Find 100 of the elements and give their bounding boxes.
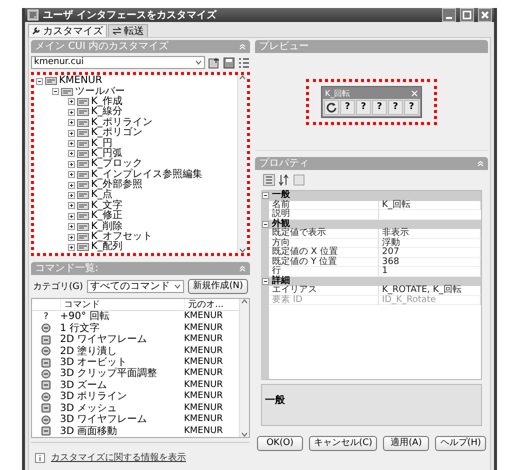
tree-item[interactable]: K_文字	[91, 200, 123, 211]
command-name[interactable]: 3D メッシュ	[60, 402, 184, 414]
tab[interactable]: 転送	[108, 24, 148, 37]
category-dropdown[interactable]: すべてのコマンド	[87, 280, 184, 293]
info-link[interactable]: カスタマイズに関する情報を表示	[51, 451, 186, 464]
tree-item[interactable]: K_円弧	[91, 148, 123, 159]
list-icon[interactable]	[238, 56, 250, 68]
command-name[interactable]: 3D オービット	[60, 357, 184, 368]
dialog-button[interactable]: OK(O)	[257, 436, 303, 451]
expander-icon[interactable]	[68, 212, 75, 220]
file-dropdown[interactable]: kmenur.cui	[31, 56, 205, 69]
expander-icon[interactable]	[68, 150, 75, 158]
property-value[interactable]: K_ROTATE, K_回転	[379, 286, 481, 295]
command-source: KMENUR	[184, 311, 224, 322]
scroll-up-icon[interactable]	[241, 299, 248, 304]
expander-icon[interactable]	[68, 98, 75, 106]
minimize-button[interactable]	[442, 8, 456, 22]
property-value[interactable]: 1	[379, 267, 481, 276]
tree-item[interactable]: K_オフセット	[91, 232, 153, 242]
expander-icon[interactable]	[68, 192, 75, 199]
tree-item[interactable]: K_修正	[91, 211, 123, 222]
load-file-icon[interactable]	[208, 56, 220, 68]
expander-icon[interactable]	[68, 244, 75, 251]
tree-item[interactable]: K_削除	[91, 222, 123, 232]
column-header[interactable]: コマンド	[60, 299, 184, 311]
command-name[interactable]: 2D 塗り潰し	[60, 346, 184, 357]
tree-item[interactable]: K_作成	[91, 96, 123, 107]
expander-icon[interactable]	[68, 160, 75, 168]
expander-icon[interactable]	[262, 278, 269, 285]
expander-icon[interactable]	[68, 171, 75, 178]
dialog-button[interactable]: 適用(A)	[383, 436, 430, 451]
property-name: 行	[269, 267, 379, 276]
property-value[interactable]: 207	[379, 248, 481, 257]
command-name[interactable]: 3D ポリライン	[60, 391, 184, 402]
toolbar-button[interactable]: ?	[388, 100, 403, 114]
scrollbar[interactable]	[237, 75, 247, 253]
command-name[interactable]: 3D ズーム	[60, 380, 184, 391]
dialog-button[interactable]: ヘルプ(H)	[435, 436, 486, 451]
expander-icon[interactable]	[262, 220, 269, 228]
categorized-icon[interactable]	[263, 174, 275, 186]
command-name[interactable]: +90° 回転	[60, 311, 184, 322]
expander-icon[interactable]	[68, 223, 75, 230]
toolbar-button[interactable]	[324, 100, 339, 114]
command-name[interactable]: 3D ワイヤフレーム	[60, 414, 184, 426]
command-name[interactable]: 2D ワイヤフレーム	[60, 334, 184, 346]
command-source: KMENUR	[184, 402, 224, 414]
new-button[interactable]: 新規作成(N)	[188, 279, 248, 294]
command-source: KMENUR	[184, 380, 224, 391]
expander-icon[interactable]	[68, 202, 75, 210]
toolbar-button[interactable]: ?	[356, 100, 371, 114]
expander-icon[interactable]	[36, 78, 43, 85]
tree-item[interactable]: K_ブロック	[91, 159, 143, 170]
property-value[interactable]: K_回転	[379, 200, 481, 210]
dialog-button[interactable]: キャンセル(C)	[309, 436, 378, 451]
tree-item[interactable]: K_ポリライン	[91, 118, 153, 128]
expander-icon[interactable]	[262, 192, 269, 200]
tree-item[interactable]: K_線分	[91, 107, 123, 118]
toolbar-button[interactable]: ?	[372, 100, 387, 114]
tree-item[interactable]: K_外部参照	[91, 180, 143, 190]
scroll-up-icon[interactable]	[239, 75, 246, 80]
tab[interactable]: カスタマイズ	[28, 24, 107, 37]
command-source: KMENUR	[184, 368, 224, 380]
sort-icon[interactable]	[278, 174, 290, 186]
panel-title: プレビュー	[259, 40, 309, 53]
expander-icon[interactable]	[68, 119, 75, 126]
tree-item[interactable]: K_円	[91, 138, 113, 149]
command-name[interactable]: 1 行文字	[60, 322, 184, 334]
tree-item[interactable]: K_インプレイス参照編集	[91, 170, 203, 180]
property-value[interactable]: 非表示	[379, 229, 481, 238]
property-name: 方向	[269, 238, 379, 248]
tree-item[interactable]: KMENUR	[59, 76, 102, 86]
property-value[interactable]: 浮動	[379, 238, 481, 248]
property-value[interactable]: 368	[379, 258, 481, 266]
panel-title: コマンド一覧:	[35, 262, 98, 275]
expander-icon[interactable]	[52, 88, 59, 96]
scroll-down-icon[interactable]	[239, 248, 246, 253]
tree-item[interactable]: K_配列	[91, 242, 123, 252]
command-name[interactable]: 3D クリップ平面調整	[60, 368, 184, 380]
close-icon[interactable]	[411, 90, 418, 96]
property-name: 要素 ID	[269, 296, 379, 304]
toolbar-button[interactable]: ?	[404, 100, 419, 114]
save-icon[interactable]	[223, 56, 235, 68]
scroll-down-icon[interactable]	[241, 432, 248, 437]
category-label: カテゴリ(G)	[33, 280, 83, 293]
toolbar-button[interactable]: ?	[340, 100, 355, 114]
tree-item[interactable]: K_点	[91, 190, 113, 200]
expander-icon[interactable]	[68, 140, 75, 148]
command-name[interactable]: 3D 画面移動	[60, 426, 184, 437]
toolbar-icon	[45, 77, 57, 86]
expander-icon[interactable]	[68, 130, 75, 137]
scrollbar[interactable]	[239, 299, 249, 437]
maximize-button[interactable]	[460, 8, 474, 22]
expander-icon[interactable]	[68, 234, 75, 241]
tree-item[interactable]: ツールバー	[75, 86, 125, 97]
category-name: 詳細	[272, 276, 290, 286]
tree-item[interactable]: K_ポリゴン	[91, 128, 143, 138]
close-button[interactable]	[478, 8, 492, 22]
expander-icon[interactable]	[68, 182, 75, 189]
property-name: 既定値の X 位置	[269, 248, 379, 257]
expander-icon[interactable]	[68, 108, 75, 116]
